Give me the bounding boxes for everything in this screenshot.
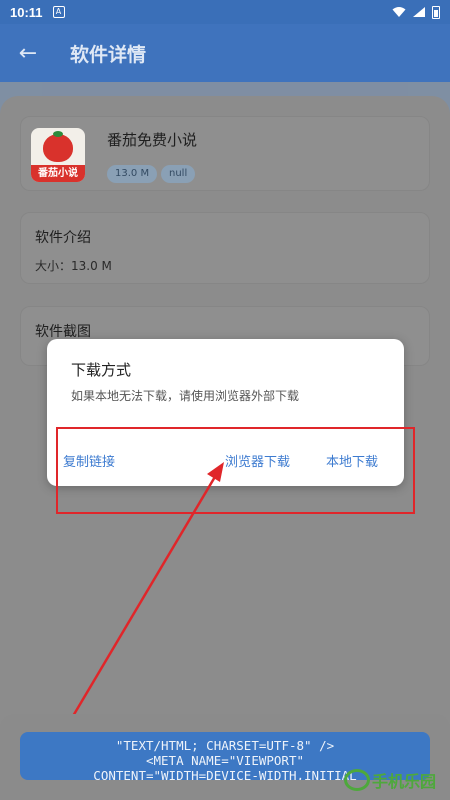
status-bar: 10:11 A: [0, 0, 450, 24]
signal-icon: [413, 7, 425, 17]
notification-a-icon: A: [52, 6, 65, 18]
wifi-icon: [392, 7, 406, 17]
intro-card: 软件介绍 大小：13.0 M: [20, 212, 430, 284]
status-icons: [392, 5, 440, 19]
leaf-icon: [53, 131, 63, 137]
screenshots-title: 软件截图: [35, 324, 91, 340]
code-line: "TEXT/HTML; CHARSET=UTF-8" />: [115, 738, 335, 753]
dialog-title: 下载方式: [71, 361, 132, 379]
intro-title: 软件介绍: [35, 230, 91, 246]
watermark-text: 手机乐园: [372, 774, 437, 791]
app-bar: ← 软件详情: [0, 24, 450, 82]
battery-icon: [432, 5, 440, 19]
dialog-message: 如果本地无法下载，请使用浏览器外部下载: [71, 389, 300, 403]
highlight-box: [56, 427, 415, 514]
app-info-card: 番茄小说 番茄免费小说 13.0 M null: [20, 116, 430, 191]
status-time: 10:11: [10, 4, 43, 20]
watermark-logo: 手机乐园: [344, 760, 450, 800]
app-name: 番茄免费小说: [107, 131, 198, 149]
back-button[interactable]: ←: [0, 24, 56, 82]
tomato-icon: [43, 134, 73, 162]
arrow-left-icon: ←: [18, 40, 38, 66]
page-title: 软件详情: [70, 43, 147, 66]
smiley-icon: [344, 769, 370, 791]
size-tag: 13.0 M: [107, 165, 158, 183]
app-icon: 番茄小说: [31, 128, 85, 182]
version-tag: null: [161, 165, 196, 183]
app-icon-label: 番茄小说: [31, 165, 85, 182]
size-text: 大小：13.0 M: [35, 259, 112, 273]
